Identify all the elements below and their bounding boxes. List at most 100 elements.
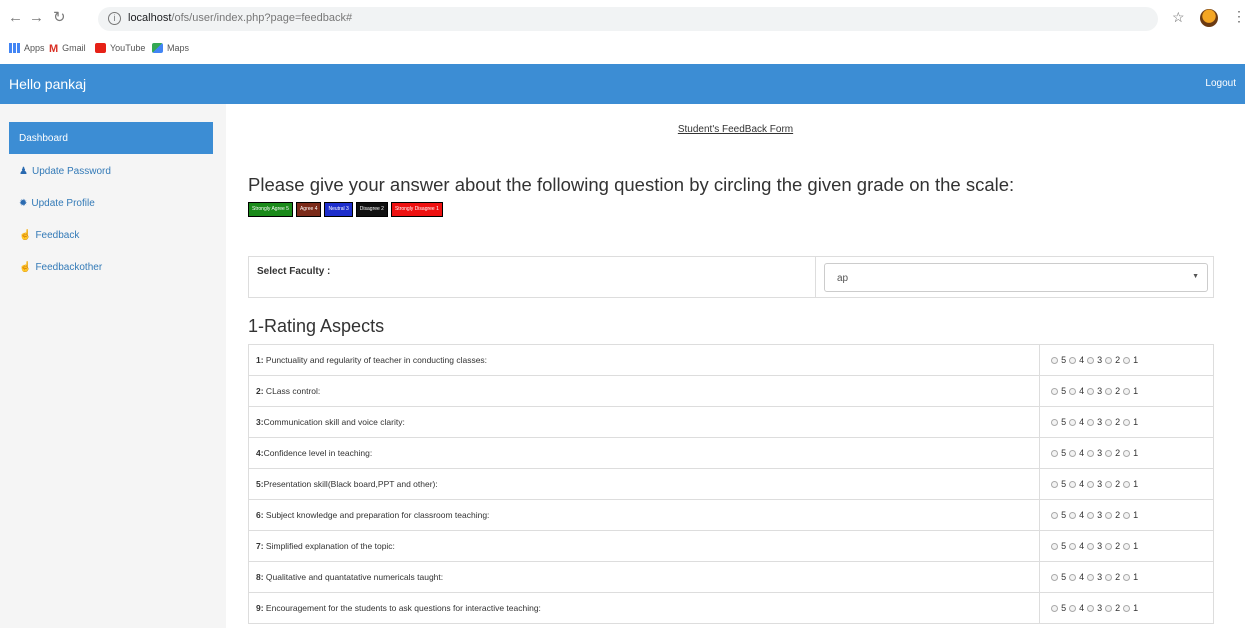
rating-radio-1[interactable] xyxy=(1123,387,1131,395)
rating-radio-5[interactable] xyxy=(1051,604,1059,612)
logout-link[interactable]: Logout xyxy=(1205,78,1236,89)
rating-options-cell: 5 4 3 2 1 xyxy=(1039,530,1214,562)
bookmark-gmail[interactable]: M Gmail xyxy=(49,43,86,55)
sidebar-item-dashboard[interactable]: Dashboard xyxy=(9,122,213,154)
bookmarks-bar: Apps M Gmail YouTube Maps xyxy=(0,38,1245,60)
rating-radio-3[interactable] xyxy=(1087,418,1095,426)
legend-strongly-disagree: Strongly Disagree 1 xyxy=(390,202,443,217)
rating-radio-5[interactable] xyxy=(1051,573,1059,581)
rating-radio-3[interactable] xyxy=(1087,604,1095,612)
rating-radio-1[interactable] xyxy=(1123,511,1131,519)
rating-radio-4[interactable] xyxy=(1069,511,1077,519)
question-text: CLass control: xyxy=(263,386,321,396)
rating-radio-4[interactable] xyxy=(1069,356,1077,364)
rating-radio-2[interactable] xyxy=(1105,604,1113,612)
question-text: Subject knowledge and preparation for cl… xyxy=(263,510,490,520)
rating-radio-5[interactable] xyxy=(1051,418,1059,426)
question-text: Presentation skill(Black board,PPT and o… xyxy=(263,479,438,489)
rating-radio-2[interactable] xyxy=(1105,387,1113,395)
question-text: Simplified explanation of the topic: xyxy=(263,541,395,551)
rating-radio-2[interactable] xyxy=(1105,449,1113,457)
question-number: 7: xyxy=(256,541,264,551)
youtube-icon xyxy=(95,43,106,53)
rating-option-label: 4 xyxy=(1079,386,1085,396)
rating-radio-3[interactable] xyxy=(1087,480,1095,488)
table-row: 5:Presentation skill(Black board,PPT and… xyxy=(247,468,1214,500)
rating-option-label: 2 xyxy=(1115,386,1121,396)
rating-radio-2[interactable] xyxy=(1105,511,1113,519)
rating-radio-5[interactable] xyxy=(1051,511,1059,519)
rating-option-label: 5 xyxy=(1061,448,1067,458)
more-menu-icon[interactable]: ⋮ xyxy=(1232,8,1245,25)
rating-radio-4[interactable] xyxy=(1069,480,1077,488)
question-text: Encouragement for the students to ask qu… xyxy=(263,603,541,613)
table-row: 2: CLass control: 5 4 3 2 1 xyxy=(247,375,1214,407)
rating-option-label: 3 xyxy=(1097,510,1103,520)
rating-radio-5[interactable] xyxy=(1051,542,1059,550)
rating-options-cell: 5 4 3 2 1 xyxy=(1039,344,1214,376)
rating-radio-5[interactable] xyxy=(1051,356,1059,364)
faculty-row: Select Faculty : ap ▼ xyxy=(248,256,1214,298)
rating-option-label: 4 xyxy=(1079,603,1085,613)
sidebar-item-feedbackother[interactable]: ☝ Feedbackother xyxy=(9,251,213,283)
rating-radio-3[interactable] xyxy=(1087,542,1095,550)
rating-radio-3[interactable] xyxy=(1087,387,1095,395)
rating-radio-2[interactable] xyxy=(1105,356,1113,364)
faculty-select[interactable]: ap ▼ xyxy=(824,263,1208,292)
rating-radio-2[interactable] xyxy=(1105,573,1113,581)
brand-greeting[interactable]: Hello pankaj xyxy=(9,76,86,92)
sidebar-item-label: Update Profile xyxy=(31,197,95,209)
bookmark-star-icon[interactable]: ☆ xyxy=(1172,9,1185,26)
rating-radio-4[interactable] xyxy=(1069,573,1077,581)
rating-radio-5[interactable] xyxy=(1051,387,1059,395)
rating-radio-3[interactable] xyxy=(1087,573,1095,581)
rating-option-label: 2 xyxy=(1115,448,1121,458)
rating-option-label: 1 xyxy=(1133,448,1139,458)
question-number: 8: xyxy=(256,572,264,582)
faculty-selected-value: ap xyxy=(837,273,849,284)
rating-radio-1[interactable] xyxy=(1123,449,1131,457)
back-arrow-icon[interactable]: ← xyxy=(8,9,23,27)
forward-arrow-icon[interactable]: → xyxy=(29,9,44,27)
bookmark-youtube[interactable]: YouTube xyxy=(95,43,145,53)
rating-radio-2[interactable] xyxy=(1105,418,1113,426)
rating-radio-2[interactable] xyxy=(1105,542,1113,550)
sidebar-item-update-profile[interactable]: ✹ Update Profile xyxy=(9,187,213,219)
rating-radio-4[interactable] xyxy=(1069,418,1077,426)
rating-radio-group: 5 4 3 2 1 xyxy=(1049,541,1206,551)
rating-radio-4[interactable] xyxy=(1069,604,1077,612)
reload-icon[interactable]: ↻ xyxy=(53,9,66,27)
question-text: Qualitative and quantatative numericals … xyxy=(263,572,444,582)
bookmark-maps[interactable]: Maps xyxy=(152,43,189,53)
rating-radio-1[interactable] xyxy=(1123,604,1131,612)
rating-radio-4[interactable] xyxy=(1069,387,1077,395)
rating-radio-1[interactable] xyxy=(1123,480,1131,488)
form-title: Student's FeedBack Form xyxy=(677,124,794,135)
rating-radio-4[interactable] xyxy=(1069,542,1077,550)
rating-radio-5[interactable] xyxy=(1051,480,1059,488)
rating-radio-2[interactable] xyxy=(1105,480,1113,488)
rating-radio-1[interactable] xyxy=(1123,573,1131,581)
rating-radio-1[interactable] xyxy=(1123,542,1131,550)
rating-radio-5[interactable] xyxy=(1051,449,1059,457)
rating-radio-3[interactable] xyxy=(1087,511,1095,519)
bookmark-apps[interactable]: Apps xyxy=(9,43,45,53)
rating-options-cell: 5 4 3 2 1 xyxy=(1039,592,1214,624)
sidebar-item-update-password[interactable]: ♟ Update Password xyxy=(9,155,213,187)
rating-radio-1[interactable] xyxy=(1123,418,1131,426)
question-text: Confidence level in teaching: xyxy=(263,448,373,458)
rating-option-label: 2 xyxy=(1115,417,1121,427)
rating-radio-group: 5 4 3 2 1 xyxy=(1049,355,1206,365)
rating-option-label: 2 xyxy=(1115,541,1121,551)
sidebar-item-feedback[interactable]: ☝ Feedback xyxy=(9,219,213,251)
address-bar[interactable]: i localhost/ofs/user/index.php?page=feed… xyxy=(98,7,1158,31)
profile-avatar-icon[interactable] xyxy=(1200,9,1218,27)
apps-grid-icon xyxy=(9,43,20,53)
rating-option-label: 5 xyxy=(1061,572,1067,582)
info-icon[interactable]: i xyxy=(108,12,121,25)
rating-radio-1[interactable] xyxy=(1123,356,1131,364)
rating-radio-4[interactable] xyxy=(1069,449,1077,457)
rating-radio-3[interactable] xyxy=(1087,449,1095,457)
question-number: 4: xyxy=(256,448,264,458)
rating-radio-3[interactable] xyxy=(1087,356,1095,364)
